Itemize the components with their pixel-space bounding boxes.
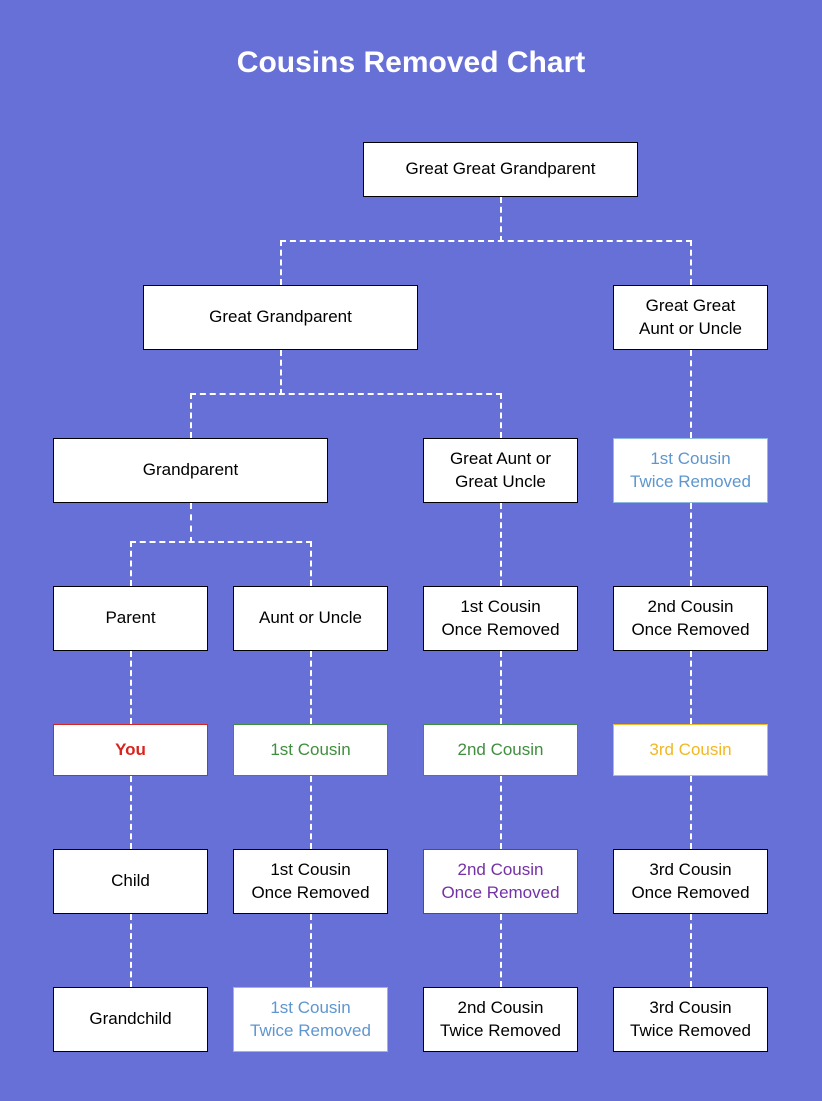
node-great-grandparent: Great Grandparent <box>143 285 418 350</box>
node-2nd-cousin-once-removed-lower: 2nd CousinOnce Removed <box>423 849 578 914</box>
connector <box>500 776 502 849</box>
node-2nd-cousin-twice-removed: 2nd CousinTwice Removed <box>423 987 578 1052</box>
connector <box>690 914 692 987</box>
connector <box>690 776 692 849</box>
connector <box>500 393 502 438</box>
node-great-aunt-uncle: Great Aunt orGreat Uncle <box>423 438 578 503</box>
page-title: Cousins Removed Chart <box>0 46 822 80</box>
node-2nd-cousin-once-removed-upper: 2nd CousinOnce Removed <box>613 586 768 651</box>
connector <box>690 240 692 285</box>
connector <box>310 914 312 987</box>
node-3rd-cousin: 3rd Cousin <box>613 724 768 776</box>
connector <box>500 914 502 987</box>
node-1st-cousin-once-removed-upper: 1st CousinOnce Removed <box>423 586 578 651</box>
node-1st-cousin: 1st Cousin <box>233 724 388 776</box>
node-3rd-cousin-twice-removed: 3rd CousinTwice Removed <box>613 987 768 1052</box>
connector <box>500 197 502 242</box>
node-1st-cousin-once-removed-lower: 1st CousinOnce Removed <box>233 849 388 914</box>
connector <box>500 651 502 724</box>
connector <box>690 503 692 586</box>
connector <box>130 651 132 724</box>
connector <box>130 914 132 987</box>
connector <box>310 776 312 849</box>
node-child: Child <box>53 849 208 914</box>
connector <box>310 651 312 724</box>
node-grandparent: Grandparent <box>53 438 328 503</box>
node-aunt-uncle: Aunt or Uncle <box>233 586 388 651</box>
connector <box>280 240 282 285</box>
connector <box>190 393 192 438</box>
connector <box>310 541 312 586</box>
connector <box>500 503 502 586</box>
connector <box>280 350 282 395</box>
node-great-great-aunt-uncle: Great GreatAunt or Uncle <box>613 285 768 350</box>
node-you: You <box>53 724 208 776</box>
connector <box>190 503 192 543</box>
node-1st-cousin-twice-removed-lower: 1st CousinTwice Removed <box>233 987 388 1052</box>
connector <box>130 776 132 849</box>
connector <box>690 350 692 438</box>
connector <box>280 240 692 242</box>
connector <box>690 651 692 724</box>
node-grandchild: Grandchild <box>53 987 208 1052</box>
node-great-great-grandparent: Great Great Grandparent <box>363 142 638 197</box>
connector <box>130 541 132 586</box>
connector <box>190 393 502 395</box>
node-3rd-cousin-once-removed: 3rd CousinOnce Removed <box>613 849 768 914</box>
connector <box>130 541 312 543</box>
node-2nd-cousin: 2nd Cousin <box>423 724 578 776</box>
node-parent: Parent <box>53 586 208 651</box>
node-1st-cousin-twice-removed-upper: 1st CousinTwice Removed <box>613 438 768 503</box>
